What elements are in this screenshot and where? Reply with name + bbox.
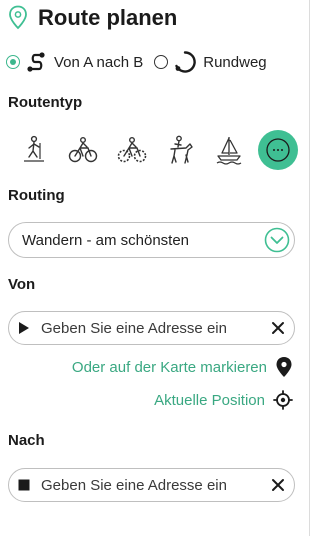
- route-a-to-b-icon: [27, 52, 45, 72]
- to-address-input[interactable]: [41, 476, 251, 494]
- to-label: Nach: [8, 432, 45, 449]
- to-address-field: [8, 468, 295, 502]
- app-logo-icon: [9, 5, 27, 30]
- bicycle-icon: [68, 137, 97, 163]
- route-type-hiking[interactable]: [14, 130, 54, 170]
- mode-option-a-to-b[interactable]: Von A nach B: [6, 50, 143, 74]
- mark-on-map-link[interactable]: Oder auf der Karte markieren: [72, 356, 293, 378]
- mark-on-map-label: Oder auf der Karte markieren: [71, 358, 267, 376]
- hiking-icon: [24, 135, 44, 162]
- crosshair-icon: [273, 390, 293, 410]
- route-planner-panel: Route planen Von A nach B Rundweg Routen…: [0, 0, 310, 536]
- from-address-field: [8, 311, 295, 345]
- close-icon[interactable]: [271, 478, 285, 492]
- routing-label: Routing: [8, 187, 65, 204]
- mountain-bike-icon: [117, 137, 146, 163]
- more-icon: [266, 138, 290, 162]
- start-marker-icon: [19, 322, 29, 334]
- horse-riding-icon: [170, 135, 194, 164]
- current-position-link[interactable]: Aktuelle Position: [154, 390, 293, 410]
- chevron-down-icon[interactable]: [264, 227, 290, 253]
- radio-roundtrip[interactable]: [154, 55, 169, 69]
- close-icon[interactable]: [271, 321, 285, 335]
- routing-select[interactable]: Wandern - am schönsten: [8, 222, 295, 258]
- page-title: Route planen: [38, 5, 178, 30]
- mode-option-roundtrip[interactable]: Rundweg: [154, 50, 267, 74]
- mode-roundtrip-label: Rundweg: [203, 53, 267, 71]
- route-mode-selector: Von A nach B Rundweg: [6, 48, 306, 76]
- roundtrip-icon: [175, 51, 197, 73]
- route-type-bicycle[interactable]: [63, 130, 103, 170]
- end-marker-icon: [18, 479, 30, 491]
- route-type-list: [14, 128, 298, 172]
- route-type-more[interactable]: [257, 130, 298, 170]
- map-pin-icon: [276, 357, 292, 377]
- from-label: Von: [8, 276, 36, 293]
- route-type-mountain-bike[interactable]: [112, 130, 152, 170]
- route-type-horse-riding[interactable]: [160, 130, 200, 170]
- routing-select-value: Wandern - am schönsten: [22, 231, 190, 249]
- radio-a-to-b[interactable]: [6, 55, 20, 69]
- from-address-input[interactable]: [41, 319, 251, 337]
- route-type-label: Routentyp: [8, 94, 83, 111]
- header: Route planen: [8, 4, 298, 32]
- mode-a-to-b-label: Von A nach B: [54, 53, 144, 71]
- route-type-boat[interactable]: [209, 130, 249, 170]
- current-position-label: Aktuelle Position: [154, 391, 265, 409]
- boat-icon: [216, 137, 242, 165]
